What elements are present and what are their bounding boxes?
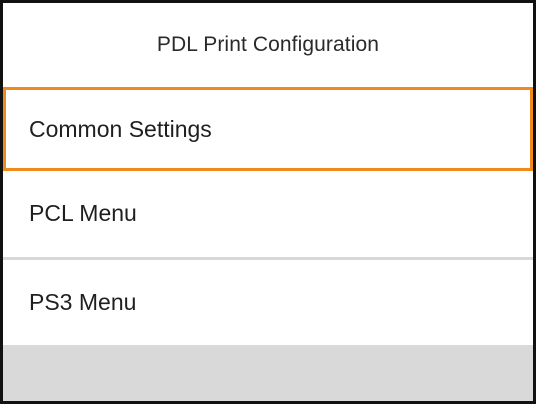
menu-item-label: Common Settings — [29, 115, 212, 142]
screen-header: PDL Print Configuration — [3, 3, 533, 87]
menu-item-pcl-menu[interactable]: PCL Menu — [3, 171, 533, 255]
menu-item-ps3-menu[interactable]: PS3 Menu — [3, 260, 533, 344]
printer-panel-screen: PDL Print Configuration Common Settings … — [0, 0, 536, 404]
footer-bar — [3, 345, 533, 401]
menu-item-label: PCL Menu — [29, 199, 137, 226]
menu-item-common-settings[interactable]: Common Settings — [3, 87, 533, 171]
menu-item-label: PS3 Menu — [29, 288, 137, 315]
page-title: PDL Print Configuration — [156, 33, 380, 56]
